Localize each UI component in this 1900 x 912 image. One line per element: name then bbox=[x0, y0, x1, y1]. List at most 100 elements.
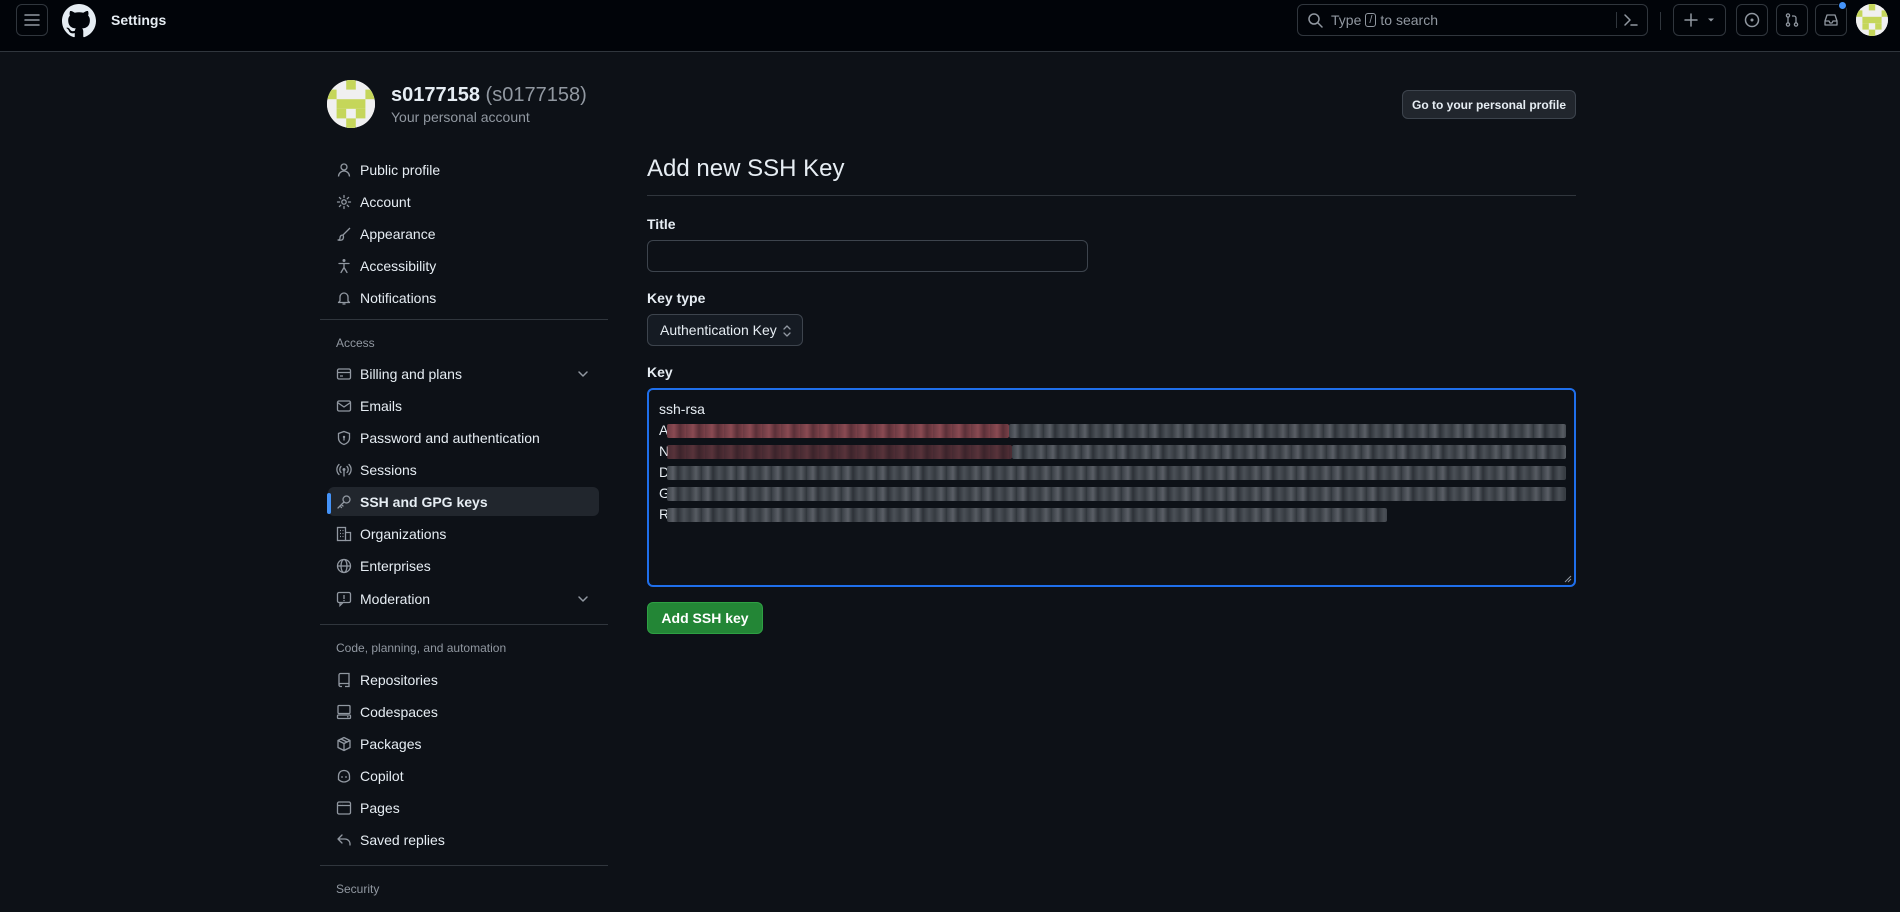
report-icon bbox=[336, 591, 352, 607]
sidebar-item-pages[interactable]: Pages bbox=[328, 793, 599, 822]
sidebar-item-notifications[interactable]: Notifications bbox=[328, 283, 599, 312]
key-type-select[interactable]: Authentication Key bbox=[647, 314, 803, 346]
reply-icon bbox=[337, 833, 351, 846]
notification-dot bbox=[1838, 1, 1847, 10]
sidebar-item-packages[interactable]: Packages bbox=[328, 729, 599, 758]
header-divider bbox=[1660, 12, 1661, 30]
key-textarea[interactable]: ssh-rsa A N D G R bbox=[647, 388, 1576, 587]
sidebar-item-label: Emails bbox=[360, 397, 403, 414]
page-title: Add new SSH Key bbox=[647, 155, 845, 182]
sidebar-item-label: Codespaces bbox=[360, 703, 438, 720]
sidebar-item-repositories[interactable]: Repositories bbox=[328, 665, 599, 694]
shield-lock-icon bbox=[337, 430, 351, 445]
search-input[interactable]: Type / to search bbox=[1297, 4, 1648, 36]
redacted-key-segment bbox=[667, 487, 1566, 501]
page-context-title: Settings bbox=[111, 12, 167, 28]
key-line: R bbox=[659, 504, 1564, 525]
sidebar-item-organizations[interactable]: Organizations bbox=[328, 519, 599, 548]
identicon-avatar bbox=[327, 80, 375, 128]
redacted-key-segment bbox=[1009, 424, 1566, 438]
sidebar-item-accessibility[interactable]: Accessibility bbox=[328, 251, 599, 280]
active-indicator bbox=[327, 493, 331, 514]
sidebar-item-enterprises[interactable]: Enterprises bbox=[328, 551, 599, 580]
go-to-profile-button[interactable]: Go to your personal profile bbox=[1402, 90, 1576, 119]
sidebar-item-ssh-gpg-keys[interactable]: SSH and GPG keys bbox=[327, 487, 599, 516]
sidebar-item-billing[interactable]: Billing and plans bbox=[328, 359, 599, 388]
sidebar-item-label: Packages bbox=[360, 735, 422, 752]
sidebar-item-sessions[interactable]: Sessions bbox=[328, 455, 599, 484]
redacted-key-segment bbox=[667, 508, 1387, 522]
key-line: ssh-rsa bbox=[659, 399, 1564, 420]
sidebar-item-appearance[interactable]: Appearance bbox=[328, 219, 599, 248]
sidebar-item-label: Billing and plans bbox=[360, 365, 462, 382]
search-shortcut-key: / bbox=[1365, 13, 1377, 27]
add-ssh-key-button[interactable]: Add SSH key bbox=[647, 602, 763, 634]
sidebar-item-label: Password and authentication bbox=[360, 429, 540, 446]
chevron-down-icon[interactable] bbox=[575, 591, 591, 607]
create-new-button[interactable] bbox=[1673, 4, 1726, 36]
sidebar-item-emails[interactable]: Emails bbox=[328, 391, 599, 420]
sidebar-item-label: Accessibility bbox=[360, 257, 437, 274]
sidebar-heading-security: Security bbox=[336, 882, 380, 896]
search-divider bbox=[1616, 12, 1617, 28]
sidebar-divider bbox=[320, 624, 608, 625]
title-label: Title bbox=[647, 216, 676, 232]
search-icon bbox=[1308, 13, 1323, 28]
sidebar-item-public-profile[interactable]: Public profile bbox=[328, 155, 599, 184]
search-suffix: to search bbox=[1380, 12, 1439, 28]
github-logo[interactable] bbox=[62, 4, 96, 38]
sidebar-item-label: Repositories bbox=[360, 671, 438, 688]
sidebar-item-account[interactable]: Account bbox=[328, 187, 599, 216]
menu-button[interactable] bbox=[16, 4, 48, 36]
key-line: N bbox=[659, 441, 1566, 462]
key-type-label: Key type bbox=[647, 290, 706, 306]
sidebar-item-label: Moderation bbox=[360, 590, 431, 607]
sidebar-item-codespaces[interactable]: Codespaces bbox=[328, 697, 599, 726]
mail-icon bbox=[336, 399, 352, 412]
sidebar-item-moderation[interactable]: Moderation bbox=[328, 584, 599, 613]
globe-icon bbox=[336, 558, 352, 573]
hamburger-icon bbox=[24, 14, 40, 26]
inbox-icon bbox=[1824, 14, 1838, 26]
sidebar-item-label: Sessions bbox=[360, 461, 417, 478]
key-line: D bbox=[659, 462, 1566, 483]
sidebar-divider bbox=[320, 865, 608, 866]
sidebar-item-label: SSH and GPG keys bbox=[360, 493, 488, 510]
paintbrush-icon bbox=[337, 227, 351, 241]
sidebar-item-label: Notifications bbox=[360, 289, 437, 306]
pull-requests-button[interactable] bbox=[1776, 4, 1808, 36]
key-line: G bbox=[659, 483, 1566, 504]
user-avatar[interactable] bbox=[1856, 4, 1888, 36]
search-prefix: Type bbox=[1331, 12, 1362, 28]
sidebar-item-saved-replies[interactable]: Saved replies bbox=[328, 825, 599, 854]
caret-down-icon bbox=[1707, 18, 1714, 22]
organization-icon bbox=[336, 526, 352, 541]
chevron-down-icon[interactable] bbox=[575, 366, 591, 382]
issue-icon bbox=[1744, 12, 1760, 28]
command-palette-icon[interactable] bbox=[1623, 12, 1639, 28]
codespaces-icon bbox=[336, 704, 352, 719]
title-divider bbox=[647, 195, 1576, 196]
redacted-key-segment bbox=[667, 424, 1009, 438]
sidebar-item-label: Saved replies bbox=[360, 831, 445, 848]
sidebar-item-copilot[interactable]: Copilot bbox=[328, 761, 599, 790]
sidebar-item-password[interactable]: Password and authentication bbox=[328, 423, 599, 452]
resize-grip-icon[interactable] bbox=[1564, 575, 1572, 583]
broadcast-icon bbox=[336, 463, 352, 477]
redacted-key-segment bbox=[667, 466, 1566, 480]
issues-button[interactable] bbox=[1736, 4, 1768, 36]
gear-icon bbox=[336, 194, 352, 209]
title-field[interactable] bbox=[647, 240, 1088, 272]
profile-login: (s0177158) bbox=[485, 84, 587, 106]
profile-username: s0177158 bbox=[391, 84, 480, 106]
pull-request-icon bbox=[1785, 13, 1799, 27]
select-arrows-icon bbox=[783, 325, 791, 337]
profile-name: s0177158 (s0177158) bbox=[391, 84, 587, 107]
key-line: A bbox=[659, 420, 1566, 441]
sidebar-item-label: Pages bbox=[360, 799, 400, 816]
sidebar-divider bbox=[320, 319, 608, 320]
sidebar-item-label: Appearance bbox=[360, 225, 436, 242]
key-type-value: Authentication Key bbox=[660, 322, 777, 338]
redacted-key-segment bbox=[1012, 445, 1566, 459]
profile-subtitle: Your personal account bbox=[391, 109, 530, 125]
